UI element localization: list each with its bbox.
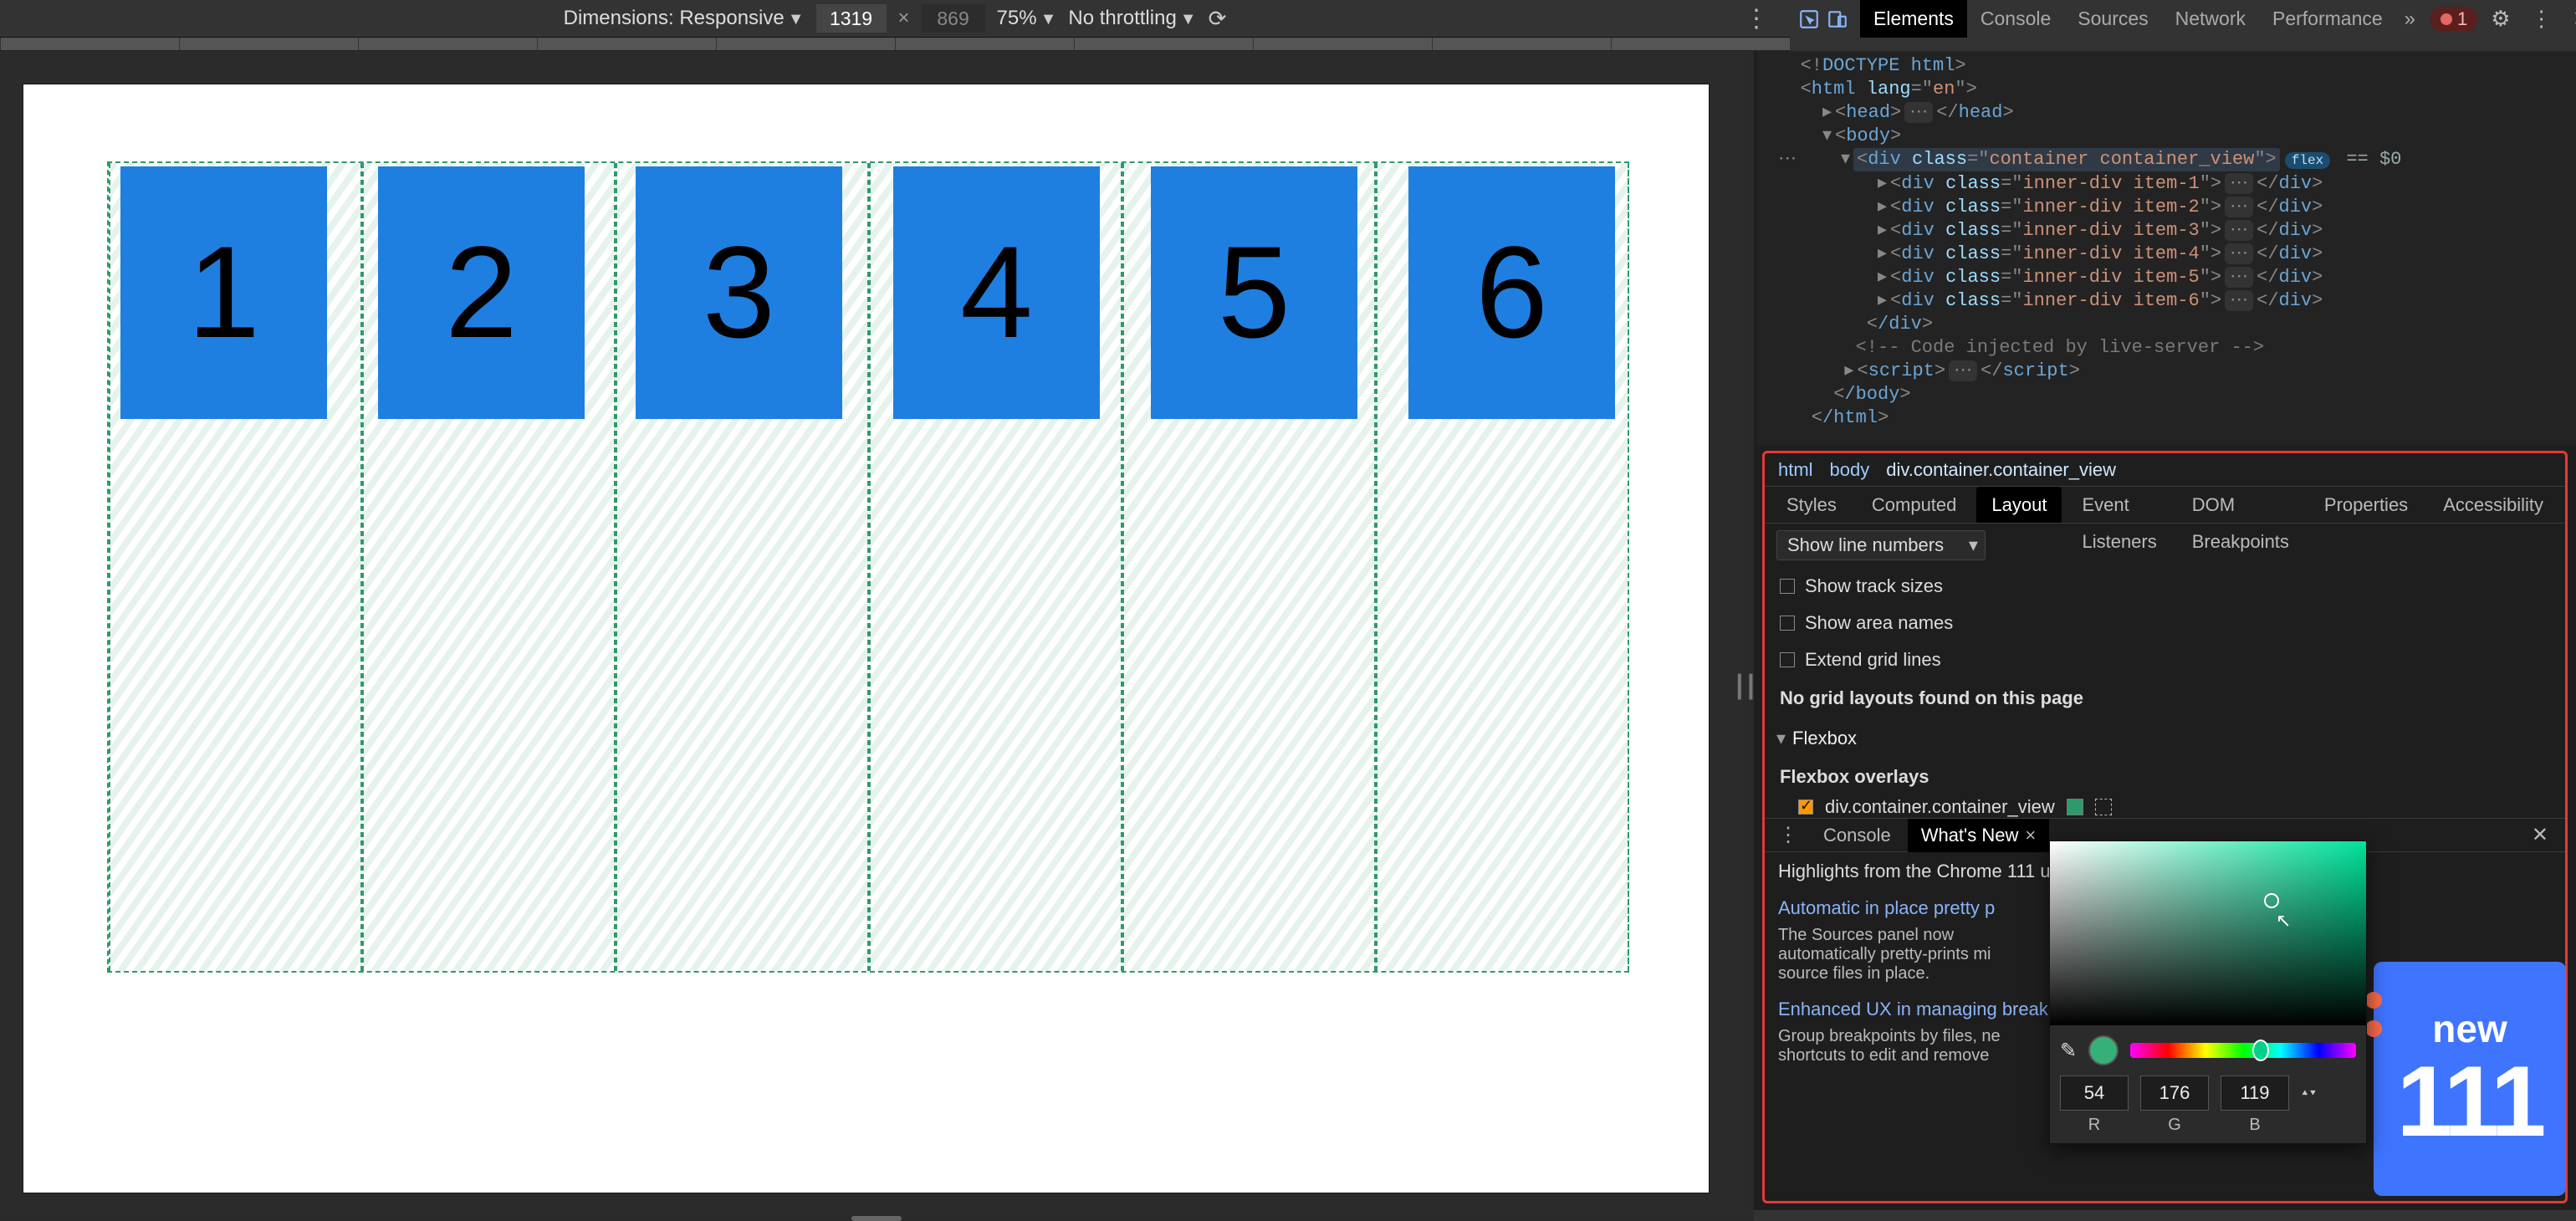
extend-grid-lines-checkbox[interactable]: Extend grid lines — [1780, 649, 2550, 671]
flexbox-overlay: 1 2 3 4 5 6 — [107, 161, 1629, 973]
rendered-page[interactable]: 1 2 3 4 5 6 — [23, 84, 1709, 1193]
throttling-dropdown[interactable]: No throttling▼ — [1068, 7, 1196, 30]
dom-tree[interactable]: <!DOCTYPE html> <html lang="en"> ▸<head>… — [1757, 51, 2576, 446]
dimensions-dropdown[interactable]: Dimensions: Responsive▼ — [564, 7, 805, 30]
subtab-event-listeners[interactable]: Event Listeners — [2067, 487, 2171, 523]
news-item-1-desc: The Sources panel now automatically pret… — [1778, 926, 2012, 983]
device-toolbar-menu-icon[interactable]: ⋮ — [1744, 4, 1769, 33]
promo-new-label: new — [2432, 1006, 2507, 1051]
settings-gear-icon[interactable]: ⚙ — [2484, 6, 2517, 32]
color-g-label: G — [2140, 1116, 2209, 1135]
flexbox-overlay-checkbox[interactable] — [1798, 800, 1813, 815]
color-r-label: R — [2060, 1116, 2129, 1135]
flex-item-4[interactable]: 4 — [893, 166, 1100, 419]
flex-item-2[interactable]: 2 — [378, 166, 585, 419]
chrome-version-promo[interactable]: new 111 — [2374, 962, 2566, 1196]
pane-splitter-icon[interactable]: ┃┃ — [1733, 674, 1756, 700]
flex-item-5[interactable]: 5 — [1151, 166, 1357, 419]
tab-console[interactable]: Console — [1967, 0, 2064, 38]
devtools-menu-icon[interactable]: ⋮ — [2524, 6, 2559, 32]
flexbox-overlay-label[interactable]: div.container.container_view — [1825, 796, 2055, 818]
no-grid-message: No grid layouts found on this page — [1780, 687, 2550, 709]
hue-slider-knob[interactable] — [2252, 1040, 2269, 1061]
flexbox-section-header[interactable]: ▾Flexbox — [1776, 728, 2553, 749]
subtab-dom-breakpoints[interactable]: DOM Breakpoints — [2177, 487, 2304, 523]
drawer-tab-console[interactable]: Console — [1810, 819, 1904, 852]
viewport-width-input[interactable]: 1319 — [816, 4, 887, 33]
subtab-accessibility[interactable]: Accessibility — [2428, 487, 2558, 523]
color-b-input[interactable] — [2221, 1075, 2289, 1111]
show-area-names-checkbox[interactable]: Show area names — [1780, 612, 2550, 634]
color-r-input[interactable] — [2060, 1075, 2129, 1111]
drawer-close-icon[interactable]: ✕ — [2520, 823, 2560, 847]
current-color-swatch — [2088, 1035, 2119, 1065]
subtab-properties[interactable]: Properties — [2309, 487, 2423, 523]
overlay-color-swatch[interactable] — [2067, 799, 2083, 815]
flex-item-1[interactable]: 1 — [120, 166, 327, 419]
eyedropper-icon[interactable]: ✎ — [2060, 1039, 2077, 1063]
flexbox-overlay-item[interactable]: div.container.container_view — [1798, 796, 2553, 818]
crumb-body[interactable]: body — [1830, 459, 1870, 481]
elements-subtabs: Styles Computed Layout Event Listeners D… — [1765, 487, 2565, 524]
error-count-badge[interactable]: 1 — [2430, 7, 2477, 32]
viewport-resize-handle-right[interactable] — [1742, 51, 1754, 1210]
flex-item-6[interactable]: 6 — [1408, 166, 1615, 419]
crumb-container[interactable]: div.container.container_view — [1886, 459, 2116, 481]
tab-elements[interactable]: Elements — [1860, 0, 1967, 38]
tab-sources[interactable]: Sources — [2064, 0, 2161, 38]
cursor-icon: ↖ — [2276, 910, 2291, 932]
hue-slider[interactable] — [2130, 1043, 2356, 1058]
emulated-viewport: 1 2 3 4 5 6 ┃┃ — [0, 51, 1754, 1210]
tab-performance[interactable]: Performance — [2259, 0, 2396, 38]
grid-overlay-display-select[interactable]: Show line numbers — [1776, 530, 1986, 560]
news-item-2-desc: Group breakpoints by files, ne shortcuts… — [1778, 1027, 2012, 1065]
zoom-dropdown[interactable]: 75%▼ — [997, 7, 1057, 30]
rotate-icon[interactable]: ⟳ — [1209, 6, 1227, 32]
breadcrumbs[interactable]: html body div.container.container_view — [1765, 453, 2565, 487]
promo-version-number: 111 — [2397, 1051, 2543, 1152]
error-dot-icon — [2441, 13, 2452, 25]
close-tab-icon[interactable]: × — [2025, 825, 2036, 846]
viewport-resize-handle-bottom[interactable] — [0, 1216, 1754, 1221]
crumb-html[interactable]: html — [1778, 459, 1813, 481]
inspect-element-icon[interactable] — [1798, 6, 1820, 33]
drawer-menu-icon[interactable]: ⋮ — [1770, 823, 1807, 847]
color-g-input[interactable] — [2140, 1075, 2209, 1111]
dimensions-separator: × — [898, 7, 910, 30]
subtab-layout[interactable]: Layout — [1976, 487, 2062, 523]
flex-item-3[interactable]: 3 — [636, 166, 842, 419]
device-toolbar: Dimensions: Responsive▼ 1319 × 869 75%▼ … — [0, 0, 2576, 38]
color-mode-toggle-icon[interactable]: ⯅⯆ — [2301, 1087, 2317, 1100]
color-picker-sv-handle[interactable] — [2264, 893, 2279, 908]
more-tabs-icon[interactable]: » — [2396, 0, 2424, 38]
responsive-ruler — [0, 38, 1790, 51]
flexbox-overlays-header: Flexbox overlays — [1780, 766, 2550, 788]
devtools-panel-tabs: Elements Console Sources Network Perform… — [1860, 0, 2424, 38]
color-picker-popover[interactable]: ↖ ✎ ⯅⯆ R G B — [2049, 840, 2367, 1144]
subtab-styles[interactable]: Styles — [1771, 487, 1852, 523]
overlay-style-icon[interactable] — [2095, 799, 2112, 815]
color-b-label: B — [2221, 1116, 2289, 1135]
device-toggle-icon[interactable] — [1827, 6, 1848, 33]
viewport-height-input[interactable]: 869 — [922, 4, 985, 33]
subtab-computed[interactable]: Computed — [1857, 487, 1972, 523]
drawer-tab-whats-new[interactable]: What's New× — [1908, 819, 2050, 852]
tab-network[interactable]: Network — [2162, 0, 2259, 38]
show-track-sizes-checkbox[interactable]: Show track sizes — [1780, 575, 2550, 597]
close-devtools-icon[interactable]: ✕ — [2566, 6, 2576, 32]
color-picker-sv-field[interactable]: ↖ — [2050, 841, 2366, 1025]
